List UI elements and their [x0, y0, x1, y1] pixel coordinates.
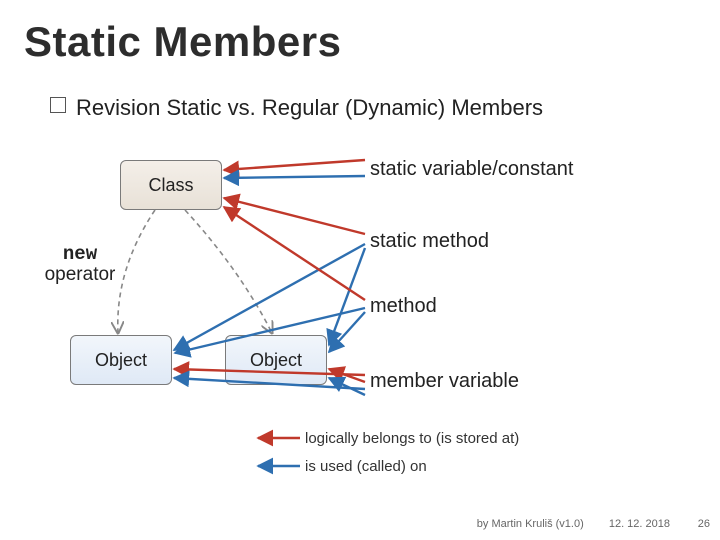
subtitle-rest: Static vs. Regular (Dynamic) Members [167, 95, 544, 120]
label-static-method: static method [370, 230, 489, 253]
object-box-1: Object [70, 335, 172, 385]
subtitle-revision: Revision [76, 95, 160, 120]
new-keyword: new [63, 243, 97, 265]
class-box: Class [120, 160, 222, 210]
bullet-icon [50, 97, 66, 113]
footer-author: by Martin Kruliš (v1.0) [477, 518, 584, 530]
new-operator-label: new operator [40, 244, 120, 286]
label-static-variable: static variable/constant [370, 158, 573, 181]
slide: Static Members Revision Static vs. Regul… [0, 0, 720, 540]
operator-word: operator [45, 264, 116, 285]
label-method: method [370, 295, 437, 318]
class-box-label: Class [148, 175, 193, 196]
page-number: 26 [698, 518, 710, 530]
footer-date: 12. 12. 2018 [609, 518, 670, 530]
slide-title: Static Members [24, 18, 341, 66]
legend-used: is used (called) on [305, 458, 427, 475]
legend-belongs: logically belongs to (is stored at) [305, 430, 519, 447]
label-member-variable: member variable [370, 370, 519, 393]
object-box-2-label: Object [250, 350, 302, 371]
slide-subtitle: Revision Static vs. Regular (Dynamic) Me… [50, 94, 543, 121]
object-box-2: Object [225, 335, 327, 385]
footer: by Martin Kruliš (v1.0) 12. 12. 2018 [477, 518, 670, 530]
object-box-1-label: Object [95, 350, 147, 371]
